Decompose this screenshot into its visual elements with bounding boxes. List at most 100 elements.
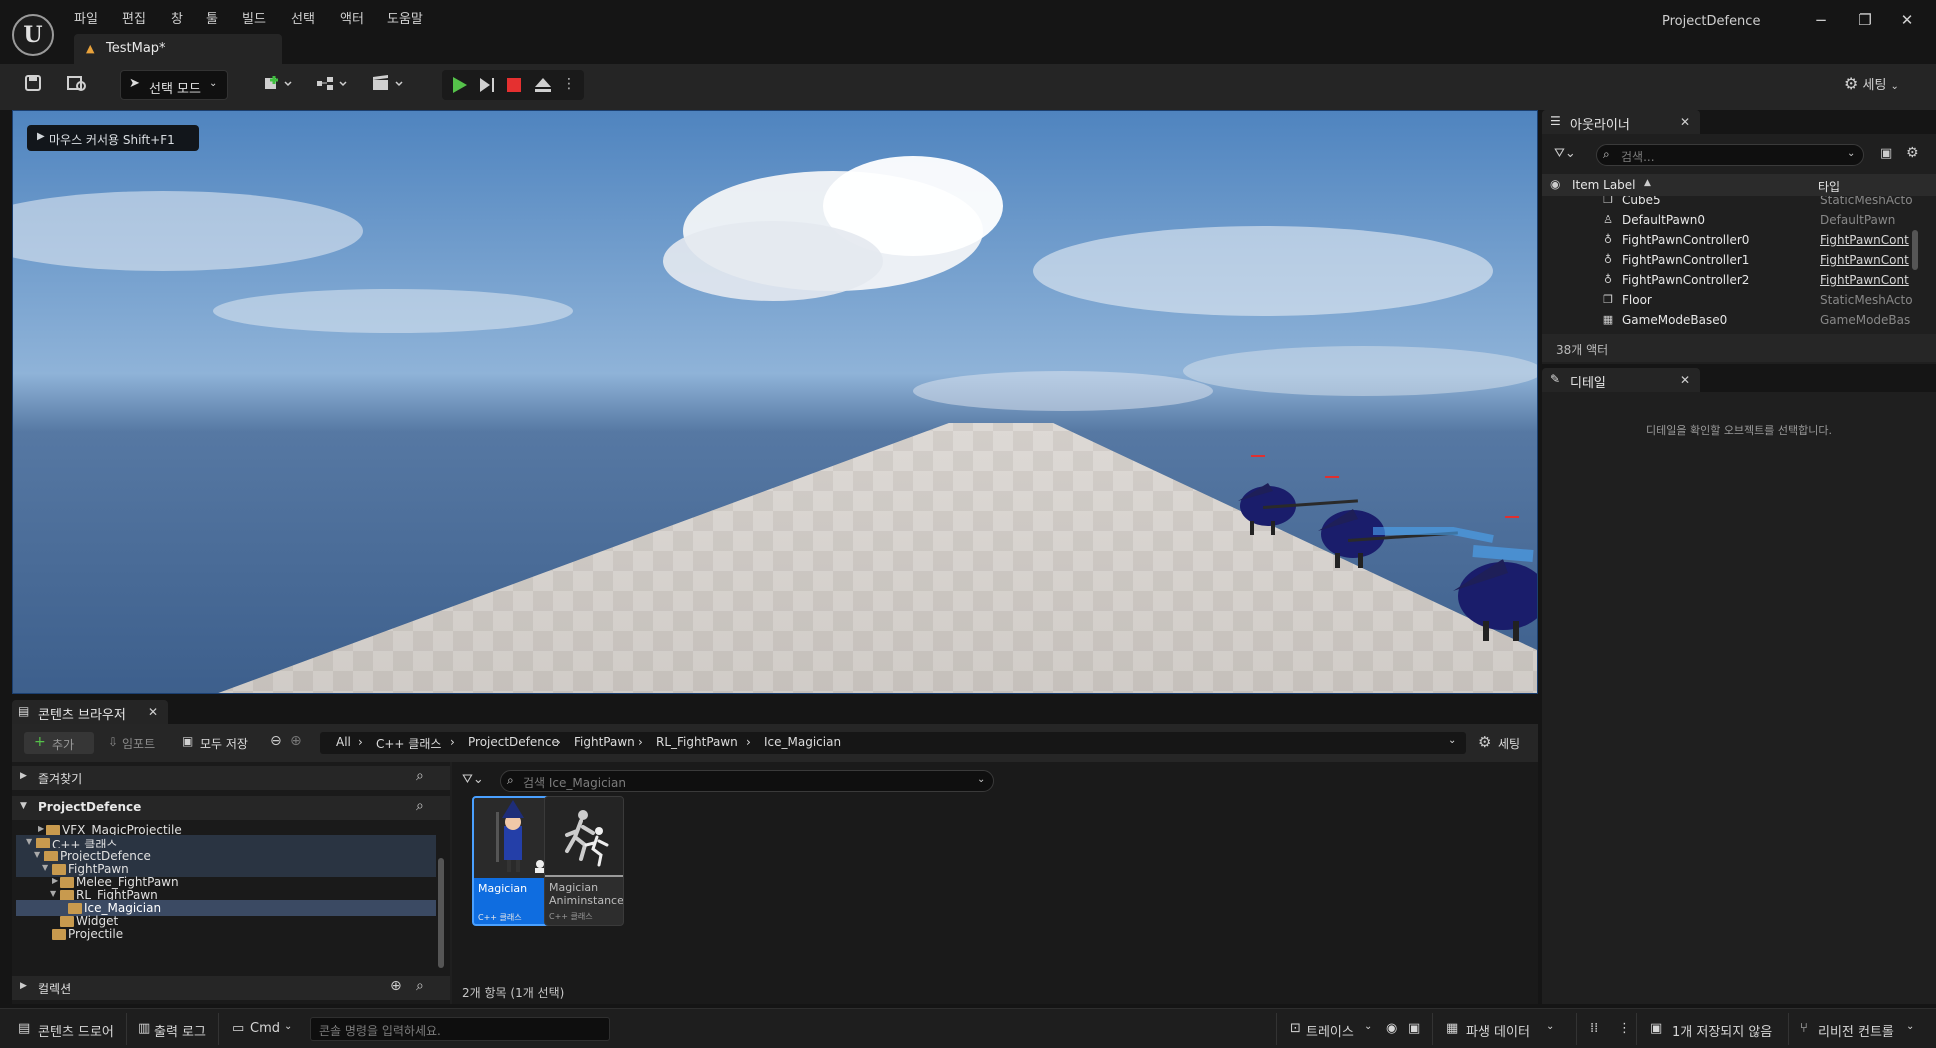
outliner-search-input[interactable]: ⌕ 검색... ⌄ xyxy=(1596,144,1864,166)
scrollbar[interactable] xyxy=(438,858,444,968)
visibility-icon[interactable]: ◉ xyxy=(1550,177,1560,191)
asset-tile-animinstance[interactable]: Magician Animinstance C++ 클래스 xyxy=(544,796,624,926)
collections-section[interactable]: ▶ 컬렉션 ⊕ ⌕ xyxy=(12,976,450,1000)
row-type: GameModeBas xyxy=(1820,313,1911,327)
level-viewport[interactable]: ▶ 마우스 커서용 Shift+F1 xyxy=(12,110,1538,694)
more-options-icon[interactable]: ⋮ xyxy=(562,76,576,94)
chevron-down-icon[interactable]: ⌄ xyxy=(1906,1021,1914,1032)
crumb-cpp-classes[interactable]: C++ 클래스 xyxy=(376,735,441,752)
outliner-row[interactable]: ❒ Cube5 StaticMeshActo xyxy=(1542,196,1936,210)
step-icon[interactable] xyxy=(476,74,498,96)
outliner-row[interactable]: ▦ GameModeBase0 GameModeBas xyxy=(1542,310,1936,330)
chevron-down-icon[interactable]: ⌄ xyxy=(1448,735,1456,746)
blueprint-icon[interactable] xyxy=(312,74,352,100)
settings-button[interactable]: ⚙ 세팅 ⌄ xyxy=(1844,74,1899,100)
source-control-icon[interactable]: ⁞⁞ xyxy=(1590,1021,1598,1036)
menu-tools[interactable]: 툴 xyxy=(206,10,218,30)
tab-outliner[interactable]: ☰ 아웃라이너 ✕ xyxy=(1542,110,1700,134)
eject-icon[interactable] xyxy=(532,74,554,96)
output-log-button[interactable]: 출력 로그 xyxy=(154,1021,206,1040)
record-icon[interactable]: ◉ xyxy=(1386,1021,1397,1036)
unsaved-button[interactable]: 1개 저장되지 않음 xyxy=(1672,1021,1772,1040)
outliner-row[interactable]: ♁ FightPawnController2 FightPawnCont xyxy=(1542,270,1936,290)
search-icon[interactable]: ⌕ xyxy=(416,798,424,814)
save-icon[interactable] xyxy=(20,74,46,100)
tab-content-browser[interactable]: ▤ 콘텐츠 브라우저 ✕ xyxy=(12,700,168,724)
map-tab[interactable]: ▲ TestMap* xyxy=(74,34,282,64)
revision-control-button[interactable]: 리비전 컨트롤 xyxy=(1818,1021,1894,1040)
menu-actor[interactable]: 액터 xyxy=(340,10,364,30)
menu-edit[interactable]: 편집 xyxy=(122,10,146,30)
controller-icon: ♁ xyxy=(1603,273,1613,286)
cmd-dropdown[interactable]: Cmd xyxy=(250,1021,280,1036)
row-name: GameModeBase0 xyxy=(1622,313,1728,327)
play-icon[interactable] xyxy=(448,74,470,96)
crumb-rl-fightpawn[interactable]: RL_FightPawn xyxy=(656,735,738,749)
add-collection-icon[interactable]: ⊕ xyxy=(390,978,402,994)
close-icon[interactable]: ✕ xyxy=(1680,373,1690,387)
menu-window[interactable]: 창 xyxy=(171,10,183,30)
menu-build[interactable]: 빌드 xyxy=(242,10,266,30)
derived-data-button[interactable]: 파생 데이터 xyxy=(1466,1021,1530,1040)
outliner-row[interactable]: ❒ Floor StaticMeshActo xyxy=(1542,290,1936,310)
crumb-project[interactable]: ProjectDefence xyxy=(468,735,559,749)
content-drawer-button[interactable]: 콘텐츠 드로어 xyxy=(38,1021,114,1040)
outliner-row[interactable]: ♁ FightPawnController0 FightPawnCont xyxy=(1542,230,1936,250)
chevron-down-icon[interactable]: ⌄ xyxy=(284,1021,292,1032)
chevron-down-icon: ▼ xyxy=(20,801,27,811)
play-icon: ▶ xyxy=(37,131,45,142)
trace-button[interactable]: 트레이스 xyxy=(1306,1021,1354,1040)
search-icon[interactable]: ⌕ xyxy=(416,768,424,784)
asset-search-input[interactable]: ⌕ 검색 Ice_Magician ⌄ xyxy=(500,770,994,792)
asset-tile-magician[interactable]: Magician C++ 클래스 xyxy=(472,796,552,926)
menu-select[interactable]: 선택 xyxy=(291,10,315,30)
forward-icon[interactable]: ⊕ xyxy=(290,733,302,749)
row-type-link[interactable]: FightPawnCont xyxy=(1820,273,1930,287)
breadcrumb: All › C++ 클래스 › ProjectDefence › FightPa… xyxy=(320,732,1466,754)
maximize-button[interactable]: ❐ xyxy=(1850,8,1880,32)
crumb-ice-magician[interactable]: Ice_Magician xyxy=(764,735,841,749)
output-log-icon: ▥ xyxy=(138,1021,151,1036)
more-options-icon[interactable]: ⋮ xyxy=(1618,1021,1631,1036)
stop-icon[interactable] xyxy=(504,75,524,95)
crumb-fightpawn[interactable]: FightPawn xyxy=(574,735,635,749)
content-browse-icon[interactable] xyxy=(64,74,90,100)
crumb-all[interactable]: All xyxy=(336,735,351,749)
project-section[interactable]: ▼ ProjectDefence ⌕ xyxy=(12,796,450,820)
add-actor-icon[interactable] xyxy=(258,74,298,100)
favorites-section[interactable]: ▶ 즐겨찾기 ⌕ xyxy=(12,766,450,790)
menu-help[interactable]: 도움말 xyxy=(387,10,423,30)
cinematics-icon[interactable] xyxy=(368,74,408,100)
project-label: ProjectDefence xyxy=(38,800,142,814)
menu-file[interactable]: 파일 xyxy=(74,10,98,30)
close-button[interactable]: ✕ xyxy=(1892,8,1922,32)
add-folder-icon[interactable]: ▣ xyxy=(1880,146,1892,161)
gear-icon[interactable]: ⚙ xyxy=(1906,145,1919,161)
search-icon[interactable]: ⌕ xyxy=(416,978,424,994)
close-icon[interactable]: ✕ xyxy=(1680,115,1690,129)
close-icon[interactable]: ✕ xyxy=(148,705,158,719)
import-button[interactable]: 임포트 xyxy=(122,735,155,752)
save-all-button[interactable]: 모두 저장 xyxy=(200,735,248,752)
mouse-cursor-hint-button[interactable]: ▶ 마우스 커서용 Shift+F1 xyxy=(27,125,199,151)
column-type[interactable]: 타입 xyxy=(1818,178,1840,195)
outliner-row[interactable]: ♙ DefaultPawn0 DefaultPawn xyxy=(1542,210,1936,230)
screenshot-icon[interactable]: ▣ xyxy=(1408,1021,1420,1036)
tree-item-projectile[interactable]: Projectile xyxy=(16,926,436,942)
column-item-label[interactable]: Item Label xyxy=(1572,178,1636,192)
status-bar: ▤ 콘텐츠 드로어 ▥ 출력 로그 ▭ Cmd ⌄ 콘솔 명령을 입력하세요. … xyxy=(0,1008,1936,1048)
filter-icon[interactable]: ⛛⌄ xyxy=(462,772,484,787)
scrollbar[interactable] xyxy=(1912,230,1918,270)
minimize-button[interactable]: − xyxy=(1806,8,1836,32)
tab-details[interactable]: ✎ 디테일 ✕ xyxy=(1542,368,1700,392)
back-icon[interactable]: ⊖ xyxy=(270,733,282,749)
console-command-input[interactable]: 콘솔 명령을 입력하세요. xyxy=(310,1017,610,1041)
outliner-row[interactable]: ♁ FightPawnController1 FightPawnCont xyxy=(1542,250,1936,270)
add-button[interactable]: + 추가 xyxy=(24,732,94,754)
unreal-logo[interactable]: U xyxy=(12,14,54,56)
chevron-down-icon[interactable]: ⌄ xyxy=(1546,1021,1554,1032)
cursor-icon: ➤ xyxy=(129,76,140,91)
selection-mode-dropdown[interactable]: ➤ 선택 모드 ⌄ xyxy=(120,70,228,100)
cb-settings-button[interactable]: 세팅 xyxy=(1498,735,1520,752)
filter-icon[interactable]: ⛛⌄ xyxy=(1554,146,1576,161)
